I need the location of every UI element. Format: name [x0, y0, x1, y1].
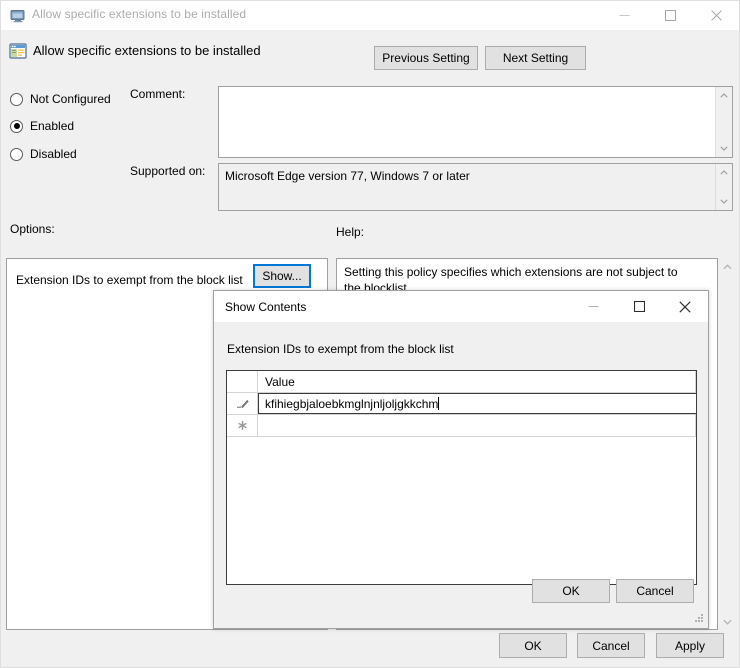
close-icon[interactable]: [662, 291, 707, 322]
minimize-icon[interactable]: [571, 291, 616, 322]
grid-header-row: Value: [227, 371, 696, 393]
radio-label-enabled: Enabled: [30, 119, 75, 133]
apply-button[interactable]: Apply: [656, 633, 724, 658]
text-caret: [438, 397, 440, 410]
grid-header-corner: [227, 371, 258, 392]
radio-circle-disabled: [10, 147, 23, 161]
grid-cell-value-editing[interactable]: kfihiegbjaloebkmglnjnljoljgkkchm: [258, 393, 697, 414]
help-label: Help:: [336, 225, 365, 239]
table-row[interactable]: [227, 415, 696, 437]
scroll-down-icon[interactable]: [719, 613, 736, 630]
scroll-up-icon[interactable]: [719, 258, 736, 275]
supported-on-field: Microsoft Edge version 77, Windows 7 or …: [218, 163, 733, 211]
scroll-up-icon[interactable]: [716, 164, 732, 181]
next-setting-button[interactable]: Next Setting: [485, 46, 586, 70]
scroll-up-icon[interactable]: [716, 87, 732, 104]
show-button[interactable]: Show...: [253, 264, 311, 288]
main-window-titlebar[interactable]: Allow specific extensions to be installe…: [1, 1, 739, 30]
show-contents-titlebar[interactable]: Show Contents: [214, 291, 708, 322]
option-item-label: Extension IDs to exempt from the block l…: [16, 273, 243, 287]
policy-window-icon: [10, 8, 26, 24]
supported-on-label: Supported on:: [130, 164, 206, 178]
minimize-icon[interactable]: [601, 1, 647, 30]
new-row-asterisk-icon: [227, 415, 258, 436]
radio-enabled[interactable]: Enabled: [10, 117, 74, 135]
values-grid[interactable]: Value kfihiegbjaloebkmglnjnljoljgkkchm: [226, 370, 697, 585]
radio-label-not-configured: Not Configured: [30, 92, 111, 106]
radio-not-configured[interactable]: Not Configured: [10, 90, 111, 108]
ok-button[interactable]: OK: [499, 633, 567, 658]
comment-input[interactable]: [218, 86, 733, 158]
comment-scrollbar[interactable]: [715, 87, 732, 157]
show-contents-caption: Extension IDs to exempt from the block l…: [227, 342, 454, 356]
maximize-icon[interactable]: [647, 1, 693, 30]
radio-disabled[interactable]: Disabled: [10, 145, 77, 163]
resize-grip-icon[interactable]: [693, 613, 705, 625]
scroll-down-icon[interactable]: [716, 193, 732, 210]
options-label: Options:: [10, 222, 55, 236]
grid-column-header-value: Value: [258, 371, 696, 392]
grid-cell-value-new[interactable]: [258, 415, 696, 436]
edit-pencil-icon: [227, 393, 258, 414]
radio-circle-not-configured: [10, 92, 23, 106]
table-row[interactable]: kfihiegbjaloebkmglnjnljoljgkkchm: [227, 393, 697, 415]
extension-id-value: kfihiegbjaloebkmglnjnljoljgkkchm: [265, 396, 439, 411]
show-contents-title: Show Contents: [225, 300, 307, 314]
cancel-button[interactable]: Cancel: [577, 633, 645, 658]
help-scrollbar[interactable]: [719, 258, 736, 630]
previous-setting-button[interactable]: Previous Setting: [374, 46, 478, 70]
show-contents-dialog: Show Contents Extension IDs to exempt fr…: [213, 290, 709, 629]
page-title: Allow specific extensions to be installe…: [33, 43, 261, 58]
dialog-cancel-button[interactable]: Cancel: [616, 579, 694, 603]
radio-label-disabled: Disabled: [30, 147, 77, 161]
comment-label: Comment:: [130, 87, 186, 101]
policy-setting-icon: [9, 42, 27, 60]
main-window-title: Allow specific extensions to be installe…: [32, 7, 247, 21]
close-icon[interactable]: [693, 1, 739, 30]
maximize-icon[interactable]: [617, 291, 662, 322]
radio-circle-enabled: [10, 119, 23, 133]
supported-on-value: Microsoft Edge version 77, Windows 7 or …: [225, 169, 470, 183]
scroll-down-icon[interactable]: [716, 140, 732, 157]
supported-on-scrollbar[interactable]: [715, 164, 732, 210]
dialog-ok-button[interactable]: OK: [532, 579, 610, 603]
